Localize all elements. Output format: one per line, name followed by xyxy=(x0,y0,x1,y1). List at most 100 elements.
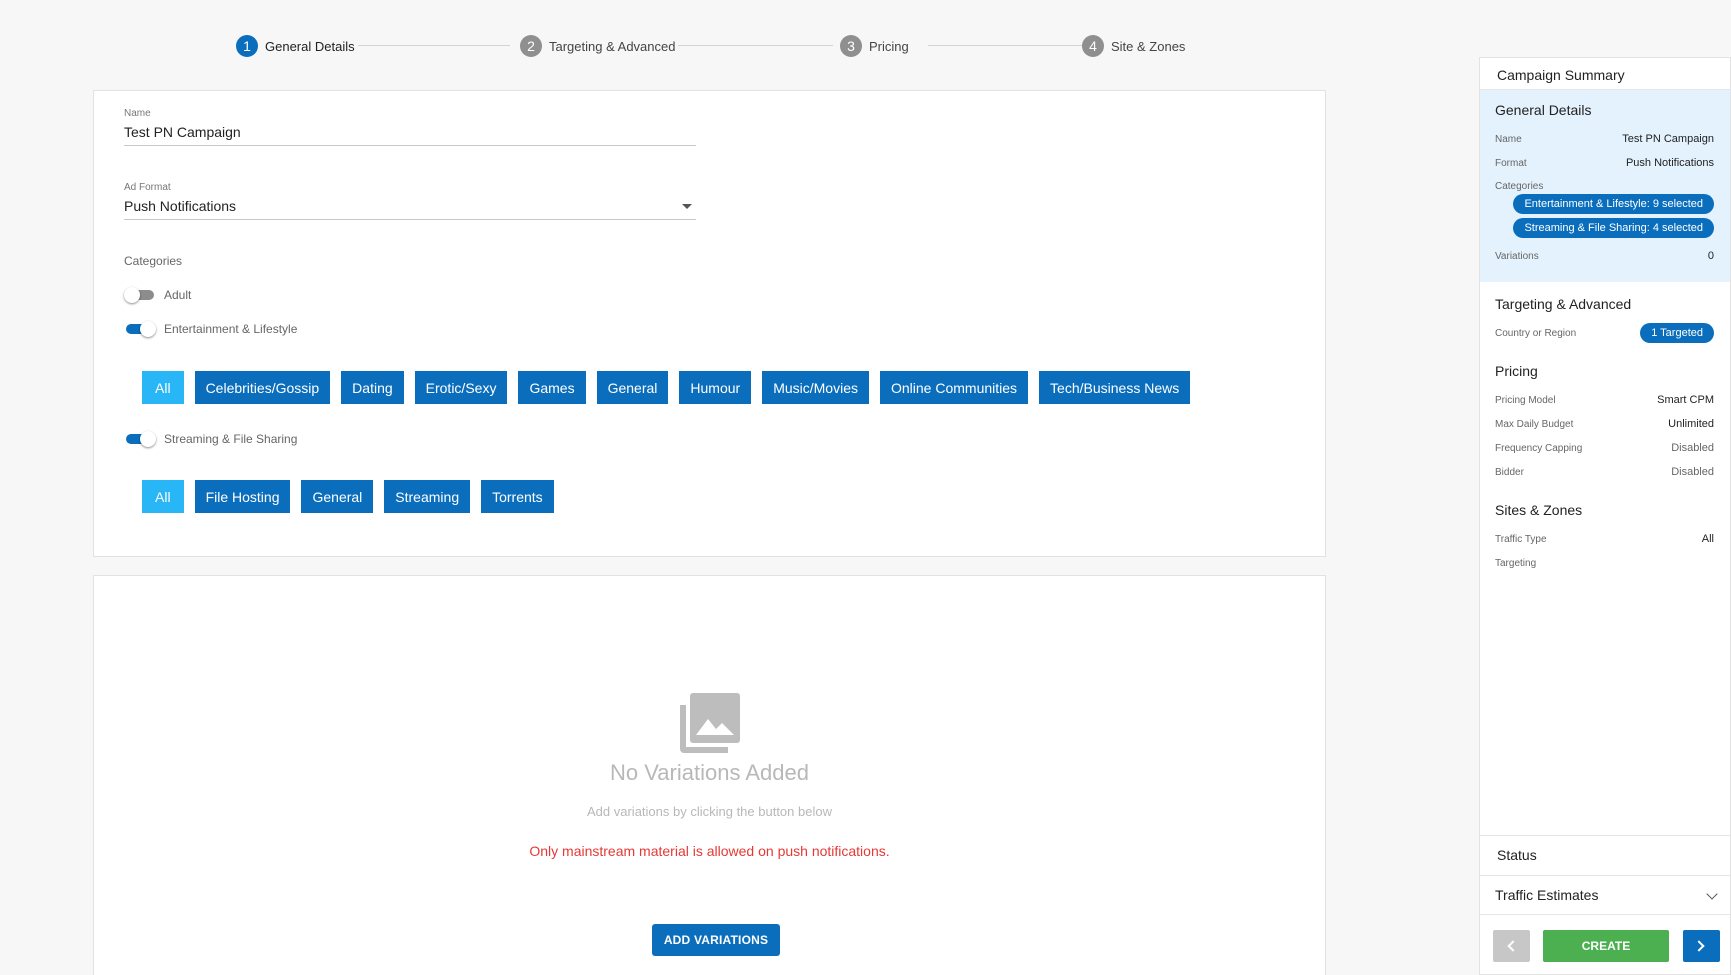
chip-tech-business-news[interactable]: Tech/Business News xyxy=(1039,371,1191,404)
streaming-chips: All File Hosting General Streaming Torre… xyxy=(142,480,565,513)
next-step-button[interactable] xyxy=(1683,930,1720,962)
image-gallery-icon xyxy=(680,693,740,753)
chip-online-communities[interactable]: Online Communities xyxy=(879,371,1029,404)
chip-dating[interactable]: Dating xyxy=(341,371,404,404)
summary-pricing-heading: Pricing xyxy=(1495,363,1538,379)
streaming-label: Streaming & File Sharing xyxy=(164,432,298,446)
add-variations-button[interactable]: ADD VARIATIONS xyxy=(652,924,780,956)
summary-targeting: Targeting & Advanced Country or Region 1… xyxy=(1480,282,1730,349)
create-button[interactable]: CREATE xyxy=(1543,930,1669,962)
campaign-summary-panel: Campaign Summary General Details Name Te… xyxy=(1479,57,1731,975)
entertainment-label: Entertainment & Lifestyle xyxy=(164,322,298,336)
step-label: Pricing xyxy=(869,38,909,54)
variations-card: No Variations Added Add variations by cl… xyxy=(93,575,1326,975)
summary-value: Unlimited xyxy=(1668,418,1714,430)
chip-streaming[interactable]: Streaming xyxy=(384,480,471,513)
previous-step-button[interactable] xyxy=(1493,930,1530,962)
summary-title: Campaign Summary xyxy=(1480,58,1730,90)
summary-key: Name xyxy=(1495,133,1522,145)
status-section[interactable]: Status xyxy=(1480,835,1730,875)
stepper-connector xyxy=(678,45,833,46)
step-number: 3 xyxy=(840,35,862,57)
stepper-connector xyxy=(928,45,1083,46)
chip-games[interactable]: Games xyxy=(518,371,586,404)
category-badge: Entertainment & Lifestyle: 9 selected xyxy=(1513,194,1714,214)
summary-value: All xyxy=(1701,533,1714,545)
summary-pricing: Pricing Pricing Model Smart CPM Max Dail… xyxy=(1480,349,1730,488)
summary-key: Format xyxy=(1495,157,1527,169)
summary-key: Pricing Model xyxy=(1495,394,1556,406)
step-label: Site & Zones xyxy=(1111,38,1186,54)
step-site-zones[interactable]: 4 Site & Zones xyxy=(1082,34,1185,58)
general-details-card: Name Test PN Campaign Ad Format Push Not… xyxy=(93,90,1326,557)
step-pricing[interactable]: 3 Pricing xyxy=(840,34,909,58)
chevron-left-icon xyxy=(1507,940,1519,952)
name-input[interactable]: Test PN Campaign xyxy=(124,124,696,145)
traffic-estimates-label: Traffic Estimates xyxy=(1495,887,1599,903)
step-general-details[interactable]: 1 General Details xyxy=(236,34,355,58)
categories-heading: Categories xyxy=(124,254,183,268)
ad-format-value[interactable]: Push Notifications xyxy=(124,198,696,219)
summary-key: Frequency Capping xyxy=(1495,442,1583,454)
summary-targeting-heading: Targeting & Advanced xyxy=(1495,296,1632,312)
chip-erotic-sexy[interactable]: Erotic/Sexy xyxy=(414,371,508,404)
chip-celebrities-gossip[interactable]: Celebrities/Gossip xyxy=(194,371,331,404)
summary-row-max-budget: Max Daily Budget Unlimited xyxy=(1495,412,1714,436)
summary-sites-zones: Sites & Zones Traffic Type All Targeting xyxy=(1480,488,1730,579)
step-label: Targeting & Advanced xyxy=(549,38,676,54)
chip-file-hosting[interactable]: File Hosting xyxy=(194,480,291,513)
streaming-toggle[interactable] xyxy=(124,431,156,447)
chip-general[interactable]: General xyxy=(301,480,374,513)
chip-humour[interactable]: Humour xyxy=(679,371,752,404)
summary-categories-key: Categories xyxy=(1495,181,1544,192)
summary-row-frequency-capping: Frequency Capping Disabled xyxy=(1495,436,1714,460)
summary-row-pricing-model: Pricing Model Smart CPM xyxy=(1495,388,1714,412)
chip-all[interactable]: All xyxy=(142,371,184,404)
summary-key: Country or Region xyxy=(1495,327,1577,339)
adult-toggle[interactable] xyxy=(124,287,156,303)
ad-format-select[interactable]: Ad Format Push Notifications xyxy=(124,182,696,220)
summary-sites-heading: Sites & Zones xyxy=(1495,502,1583,518)
streaming-toggle-row: Streaming & File Sharing xyxy=(124,431,297,447)
name-field[interactable]: Name Test PN Campaign xyxy=(124,108,696,146)
summary-value: 0 xyxy=(1707,250,1714,262)
summary-value: Disabled xyxy=(1671,466,1714,478)
step-number: 2 xyxy=(520,35,542,57)
chevron-right-icon xyxy=(1693,940,1705,952)
summary-key: Variations xyxy=(1495,250,1539,262)
name-label: Name xyxy=(124,108,151,119)
summary-row-targeting: Targeting xyxy=(1495,551,1714,575)
category-badge: Streaming & File Sharing: 4 selected xyxy=(1513,218,1714,238)
chevron-down-icon[interactable] xyxy=(1706,888,1718,900)
summary-row-format: Format Push Notifications xyxy=(1495,151,1714,175)
stepper-connector xyxy=(358,45,510,46)
summary-row-traffic-type: Traffic Type All xyxy=(1495,527,1714,551)
summary-general-heading: General Details xyxy=(1495,102,1592,118)
summary-row-bidder: Bidder Disabled xyxy=(1495,460,1714,484)
summary-row-country: Country or Region 1 Targeted xyxy=(1495,321,1714,345)
summary-value: Disabled xyxy=(1671,442,1714,454)
chip-torrents[interactable]: Torrents xyxy=(481,480,554,513)
summary-footer: CREATE xyxy=(1480,925,1730,965)
wizard-stepper: 1 General Details 2 Targeting & Advanced… xyxy=(236,34,1185,58)
targeted-badge: 1 Targeted xyxy=(1640,323,1714,343)
step-targeting-advanced[interactable]: 2 Targeting & Advanced xyxy=(520,34,675,58)
summary-value: Push Notifications xyxy=(1625,157,1714,169)
traffic-estimates-section[interactable]: Traffic Estimates xyxy=(1480,875,1730,915)
chip-general[interactable]: General xyxy=(596,371,669,404)
summary-key: Bidder xyxy=(1495,466,1524,478)
adult-toggle-row: Adult xyxy=(124,287,191,303)
summary-key: Max Daily Budget xyxy=(1495,418,1574,430)
chip-all[interactable]: All xyxy=(142,480,184,513)
step-number: 1 xyxy=(236,35,258,57)
summary-key: Targeting xyxy=(1495,557,1537,569)
entertainment-toggle-row: Entertainment & Lifestyle xyxy=(124,321,297,337)
entertainment-toggle[interactable] xyxy=(124,321,156,337)
chip-music-movies[interactable]: Music/Movies xyxy=(762,371,869,404)
ad-format-label: Ad Format xyxy=(124,182,171,193)
adult-label: Adult xyxy=(164,288,192,302)
step-label: General Details xyxy=(265,38,355,54)
summary-row-variations: Variations 0 xyxy=(1495,244,1714,268)
summary-value: Test PN Campaign xyxy=(1622,133,1714,145)
dropdown-arrow-icon[interactable] xyxy=(682,204,692,209)
